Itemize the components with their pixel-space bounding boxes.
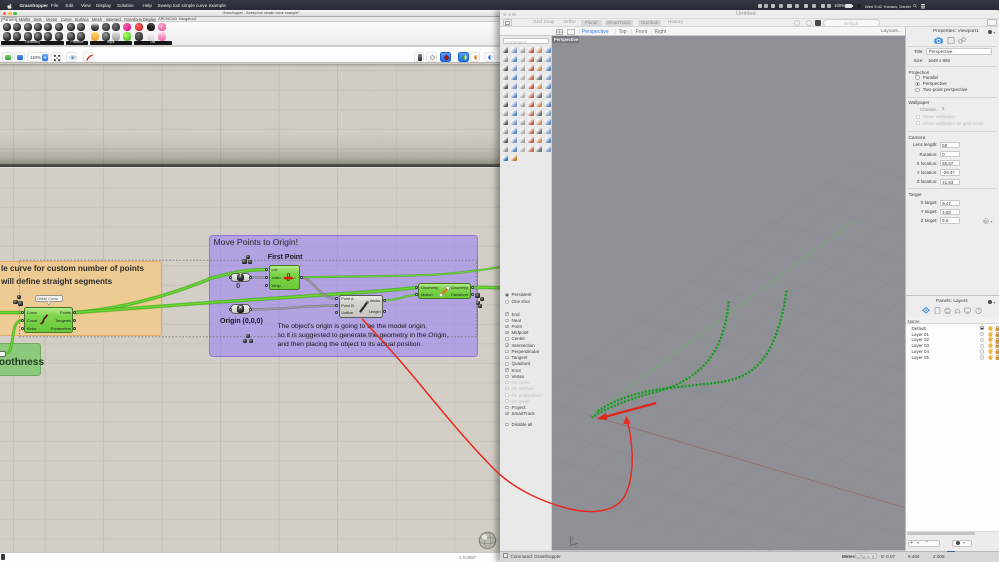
svg-text:Perspective: Perspective — [554, 37, 579, 42]
svg-text:x: x — [575, 545, 577, 549]
svg-text:?: ? — [977, 308, 980, 313]
